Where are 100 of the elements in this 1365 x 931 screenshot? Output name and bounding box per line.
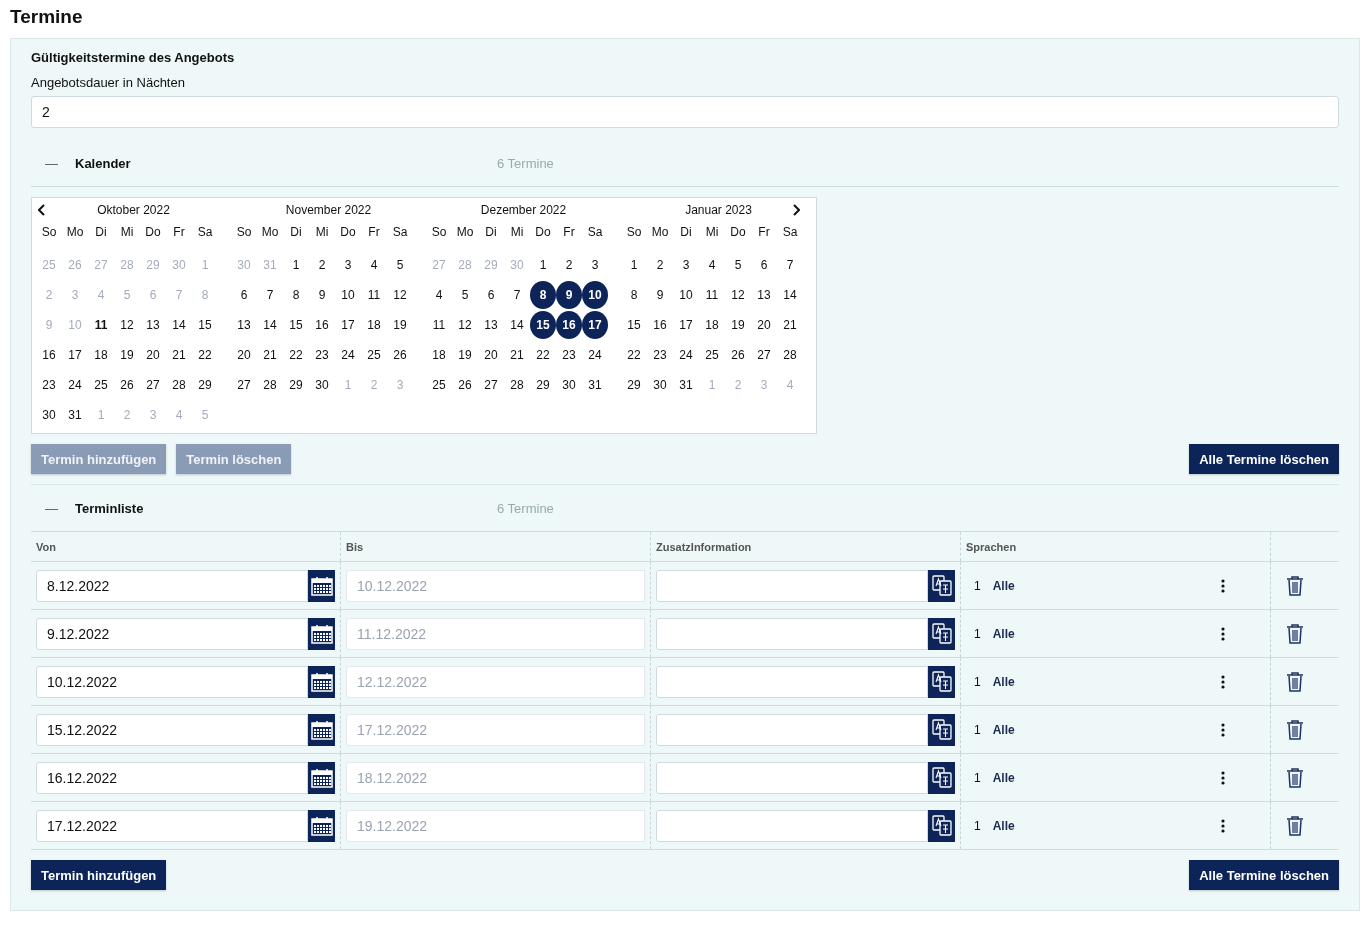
more-options-button[interactable] bbox=[1221, 626, 1225, 641]
calendar-day[interactable]: 10 bbox=[335, 281, 361, 309]
translate-button[interactable] bbox=[928, 713, 955, 746]
calendar-day[interactable]: 26 bbox=[114, 371, 140, 399]
calendar-day[interactable]: 25 bbox=[699, 341, 725, 369]
calendar-day[interactable]: 21 bbox=[504, 341, 530, 369]
calendar-day[interactable]: 30 bbox=[556, 371, 582, 399]
calendar-day[interactable]: 21 bbox=[777, 311, 803, 339]
calendar-day[interactable]: 14 bbox=[504, 311, 530, 339]
calendar-day[interactable]: 20 bbox=[140, 341, 166, 369]
date-picker-button[interactable] bbox=[308, 761, 335, 794]
calendar-day[interactable]: 30 bbox=[647, 371, 673, 399]
info-input[interactable] bbox=[656, 761, 928, 794]
calendar-day[interactable]: 7 bbox=[257, 281, 283, 309]
calendar-day[interactable]: 15 bbox=[530, 311, 556, 339]
date-input[interactable]: 15.12.2022 bbox=[36, 713, 308, 746]
calendar-day[interactable]: 13 bbox=[140, 311, 166, 339]
calendar-day[interactable]: 1 bbox=[621, 251, 647, 279]
calendar-day[interactable]: 30 bbox=[36, 401, 62, 429]
calendar-day[interactable]: 23 bbox=[556, 341, 582, 369]
calendar-day[interactable]: 5 bbox=[725, 251, 751, 279]
collapse-toggle[interactable]: — bbox=[45, 500, 61, 516]
calendar-day[interactable]: 2 bbox=[556, 251, 582, 279]
calendar-day[interactable]: 11 bbox=[361, 281, 387, 309]
delete-button[interactable] bbox=[1285, 719, 1305, 740]
calendar-day[interactable]: 1 bbox=[530, 251, 556, 279]
calendar-day[interactable]: 20 bbox=[751, 311, 777, 339]
calendar-day[interactable]: 12 bbox=[452, 311, 478, 339]
calendar-day[interactable]: 24 bbox=[582, 341, 608, 369]
calendar-day[interactable]: 2 bbox=[309, 251, 335, 279]
calendar-day[interactable]: 13 bbox=[751, 281, 777, 309]
duration-input[interactable]: 2 bbox=[31, 96, 1339, 128]
calendar-day[interactable]: 27 bbox=[140, 371, 166, 399]
calendar-day[interactable]: 18 bbox=[699, 311, 725, 339]
calendar-day[interactable]: 31 bbox=[62, 401, 88, 429]
calendar-day[interactable]: 10 bbox=[673, 281, 699, 309]
calendar-day[interactable]: 28 bbox=[504, 371, 530, 399]
action-button[interactable]: Alle Termine löschen bbox=[1189, 444, 1339, 474]
calendar-day[interactable]: 21 bbox=[166, 341, 192, 369]
calendar-day[interactable]: 5 bbox=[387, 251, 413, 279]
more-options-button[interactable] bbox=[1221, 578, 1225, 593]
calendar-day[interactable]: 2 bbox=[647, 251, 673, 279]
calendar-day[interactable]: 20 bbox=[231, 341, 257, 369]
calendar-day[interactable]: 17 bbox=[582, 311, 608, 339]
calendar-day[interactable]: 29 bbox=[530, 371, 556, 399]
date-input[interactable]: 9.12.2022 bbox=[36, 617, 308, 650]
calendar-day[interactable]: 16 bbox=[647, 311, 673, 339]
calendar-day[interactable]: 23 bbox=[309, 341, 335, 369]
calendar-day[interactable]: 22 bbox=[192, 341, 218, 369]
calendar-day[interactable]: 26 bbox=[387, 341, 413, 369]
calendar-day[interactable]: 22 bbox=[621, 341, 647, 369]
calendar-day[interactable]: 3 bbox=[335, 251, 361, 279]
calendar-day[interactable]: 26 bbox=[452, 371, 478, 399]
translate-button[interactable] bbox=[928, 665, 955, 698]
calendar-day[interactable]: 14 bbox=[257, 311, 283, 339]
delete-button[interactable] bbox=[1285, 767, 1305, 788]
more-options-button[interactable] bbox=[1221, 674, 1225, 689]
chevron-left-icon[interactable] bbox=[38, 204, 46, 216]
translate-button[interactable] bbox=[928, 617, 955, 650]
calendar-day[interactable]: 16 bbox=[309, 311, 335, 339]
calendar-day[interactable]: 18 bbox=[361, 311, 387, 339]
calendar-day[interactable]: 21 bbox=[257, 341, 283, 369]
calendar-day[interactable]: 4 bbox=[699, 251, 725, 279]
calendar-day[interactable]: 24 bbox=[62, 371, 88, 399]
calendar-day[interactable]: 10 bbox=[582, 281, 608, 309]
more-options-button[interactable] bbox=[1221, 770, 1225, 785]
chevron-right-icon[interactable] bbox=[792, 204, 800, 216]
calendar-day[interactable]: 11 bbox=[426, 311, 452, 339]
calendar-day[interactable]: 15 bbox=[283, 311, 309, 339]
calendar-day[interactable]: 27 bbox=[478, 371, 504, 399]
calendar-day[interactable]: 29 bbox=[192, 371, 218, 399]
calendar-day[interactable]: 13 bbox=[231, 311, 257, 339]
calendar-day[interactable]: 7 bbox=[504, 281, 530, 309]
info-input[interactable] bbox=[656, 617, 928, 650]
calendar-day[interactable]: 27 bbox=[231, 371, 257, 399]
calendar-day[interactable]: 7 bbox=[777, 251, 803, 279]
date-picker-button[interactable] bbox=[308, 569, 335, 602]
calendar-day[interactable]: 12 bbox=[387, 281, 413, 309]
calendar-day[interactable]: 3 bbox=[582, 251, 608, 279]
calendar-day[interactable]: 15 bbox=[192, 311, 218, 339]
date-input[interactable]: 8.12.2022 bbox=[36, 569, 308, 602]
calendar-day[interactable]: 8 bbox=[283, 281, 309, 309]
date-picker-button[interactable] bbox=[308, 617, 335, 650]
calendar-day[interactable]: 15 bbox=[621, 311, 647, 339]
calendar-day[interactable]: 18 bbox=[88, 341, 114, 369]
action-button[interactable]: Termin hinzufügen bbox=[31, 860, 167, 890]
calendar-day[interactable]: 20 bbox=[478, 341, 504, 369]
calendar-day[interactable]: 31 bbox=[582, 371, 608, 399]
info-input[interactable] bbox=[656, 809, 928, 842]
calendar-day[interactable]: 22 bbox=[283, 341, 309, 369]
calendar-day[interactable]: 9 bbox=[556, 281, 582, 309]
calendar-day[interactable]: 30 bbox=[309, 371, 335, 399]
collapse-toggle[interactable]: — bbox=[45, 155, 61, 171]
calendar-day[interactable]: 4 bbox=[426, 281, 452, 309]
calendar-day[interactable]: 19 bbox=[387, 311, 413, 339]
date-picker-button[interactable] bbox=[308, 809, 335, 842]
calendar-day[interactable]: 4 bbox=[361, 251, 387, 279]
calendar-day[interactable]: 11 bbox=[699, 281, 725, 309]
calendar-day[interactable]: 19 bbox=[452, 341, 478, 369]
calendar-day[interactable]: 28 bbox=[777, 341, 803, 369]
